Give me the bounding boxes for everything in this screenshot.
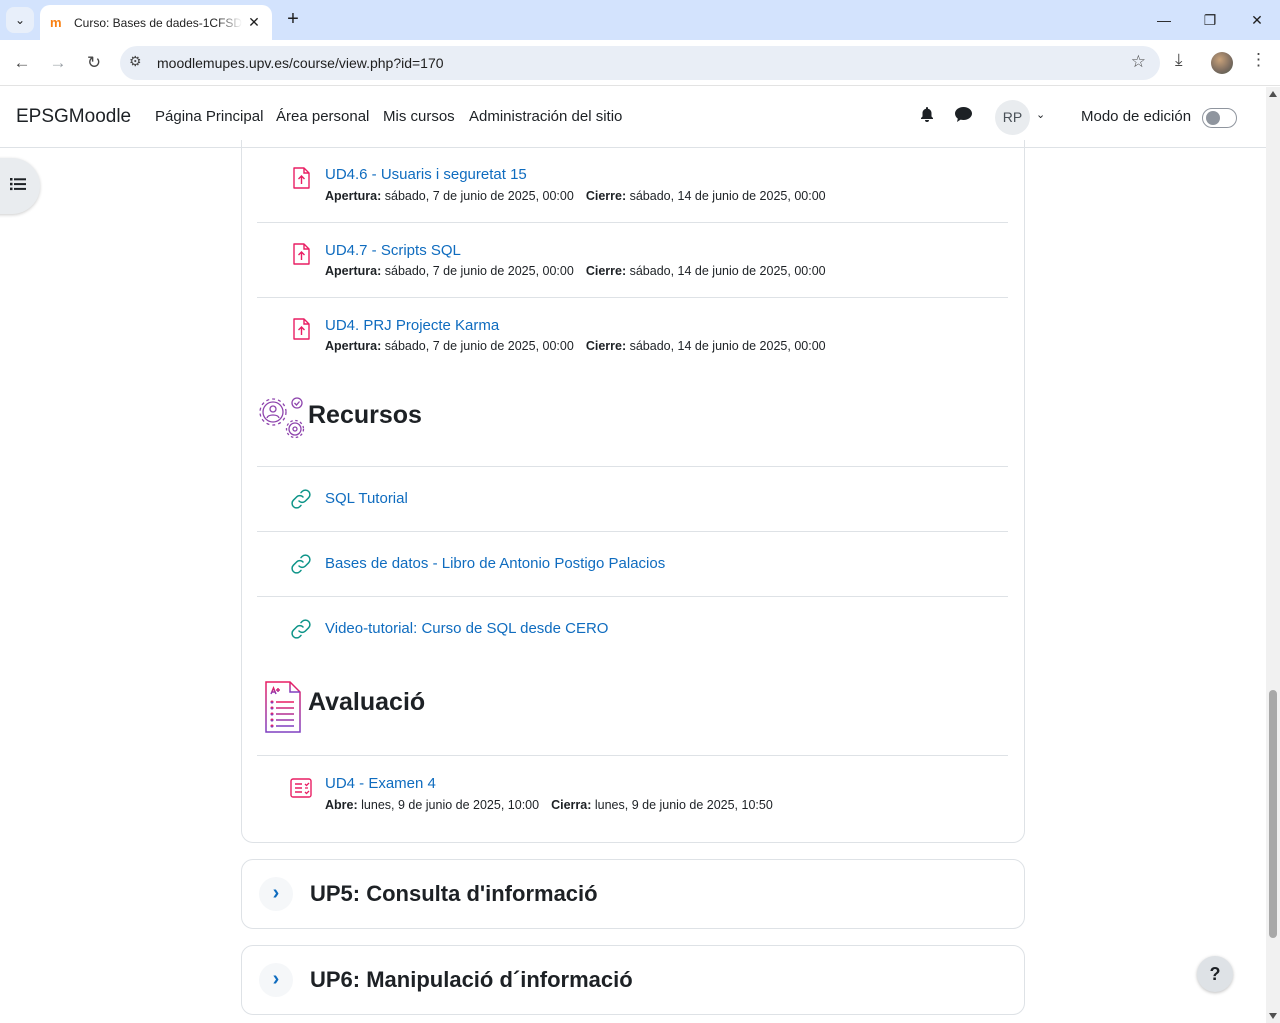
activity-dates: Apertura: sábado, 7 de junio de 2025, 00… <box>325 264 826 278</box>
forward-button[interactable]: → <box>45 50 71 76</box>
tab-search-button[interactable]: ⌄ <box>6 7 34 33</box>
resource-item: Video-tutorial: Curso de SQL desde CERO <box>257 597 1008 662</box>
user-avatar[interactable]: RP <box>995 100 1030 135</box>
resource-item: Bases de datos - Libro de Antonio Postig… <box>257 532 1008 597</box>
section-title[interactable]: UP6: Manipulació d´informació <box>310 967 633 993</box>
bookmark-star-icon[interactable]: ☆ <box>1131 52 1146 72</box>
edit-mode-label: Modo de edición <box>1081 108 1192 125</box>
activity-link[interactable]: UD4. PRJ Projecte Karma <box>325 317 499 334</box>
link-icon <box>291 619 311 639</box>
gears-people-icon <box>259 397 305 439</box>
restore-button[interactable]: ❐ <box>1198 8 1222 32</box>
site-settings-icon[interactable]: ⚙ <box>129 53 142 70</box>
assignment-upload-icon <box>293 243 310 265</box>
subsection-title: Recursos <box>308 401 422 429</box>
notifications-bell-icon[interactable] <box>920 107 934 127</box>
toggle-knob <box>1206 111 1220 125</box>
reload-button[interactable]: ↻ <box>81 50 107 76</box>
page-scrollbar[interactable] <box>1266 87 1280 1023</box>
list-icon <box>10 177 26 196</box>
activity-item: UD4.7 - Scripts SQL Apertura: sábado, 7 … <box>257 223 1008 298</box>
new-tab-button[interactable]: + <box>282 9 304 31</box>
profile-avatar[interactable] <box>1211 52 1233 74</box>
moodle-favicon-icon: m <box>50 14 62 30</box>
activity-dates: Apertura: sábado, 7 de junio de 2025, 00… <box>325 189 826 203</box>
expand-chevron-icon[interactable]: › <box>259 963 293 997</box>
subsection-header-resources: Recursos <box>257 385 1008 467</box>
site-brand[interactable]: EPSGMoodle <box>16 106 131 128</box>
moodle-navbar: EPSGMoodle Página Principal Área persona… <box>0 87 1266 148</box>
browser-toolbar: ← → ↻ ⚙ moodlemupes.upv.es/course/view.p… <box>0 40 1280 86</box>
quiz-icon <box>290 778 312 798</box>
link-icon <box>291 554 311 574</box>
resource-link[interactable]: Bases de datos - Libro de Antonio Postig… <box>325 555 665 572</box>
tab-title: Curso: Bases de dades-1CFSDAM <box>74 15 242 30</box>
activity-link[interactable]: UD4.6 - Usuaris i seguretat 15 <box>325 166 527 183</box>
subsection-title: Avaluació <box>308 688 426 716</box>
resource-item: SQL Tutorial <box>257 467 1008 532</box>
help-button[interactable]: ? <box>1197 956 1233 992</box>
minimize-button[interactable]: — <box>1152 8 1176 32</box>
edit-mode-toggle[interactable] <box>1202 108 1237 128</box>
nav-dashboard[interactable]: Área personal <box>276 108 369 125</box>
browser-tab-active[interactable]: m Curso: Bases de dades-1CFSDAM ✕ <box>40 5 272 40</box>
course-index-drawer-button[interactable] <box>0 158 40 214</box>
user-menu-chevron-icon[interactable]: ⌄ <box>1036 108 1045 121</box>
nav-site-admin[interactable]: Administración del sitio <box>469 108 622 125</box>
scroll-down-arrow-icon[interactable] <box>1269 1013 1277 1019</box>
graded-document-icon <box>265 681 301 733</box>
activity-link[interactable]: UD4.7 - Scripts SQL <box>325 242 461 259</box>
section-card-up5[interactable]: › UP5: Consulta d'informació <box>241 859 1025 929</box>
resource-link[interactable]: Video-tutorial: Curso de SQL desde CERO <box>325 620 608 637</box>
quiz-dates: Abre: lunes, 9 de junio de 2025, 10:00 Ci… <box>325 798 773 812</box>
section-title[interactable]: UP5: Consulta d'informació <box>310 881 598 907</box>
nav-my-courses[interactable]: Mis cursos <box>383 108 455 125</box>
activity-item: UD4. PRJ Projecte Karma Apertura: sábado… <box>257 298 1008 373</box>
nav-home[interactable]: Página Principal <box>155 108 263 125</box>
download-icon[interactable]: ⤓ <box>1175 50 1183 70</box>
quiz-link[interactable]: UD4 - Examen 4 <box>325 775 436 792</box>
section-card-up6[interactable]: › UP6: Manipulació d´informació <box>241 945 1025 1015</box>
messages-chat-icon[interactable] <box>955 107 972 126</box>
expand-chevron-icon[interactable]: › <box>259 877 293 911</box>
link-icon <box>291 489 311 509</box>
address-bar[interactable]: ⚙ moodlemupes.upv.es/course/view.php?id=… <box>120 46 1160 80</box>
subsection-header-evaluation: Avaluació <box>257 672 1008 756</box>
browser-tab-strip: ⌄ m Curso: Bases de dades-1CFSDAM ✕ + — … <box>0 0 1280 40</box>
close-window-button[interactable]: ✕ <box>1245 8 1269 32</box>
assignment-upload-icon <box>293 318 310 340</box>
browser-menu-icon[interactable]: ⋮ <box>1250 50 1267 70</box>
url-text[interactable]: moodlemupes.upv.es/course/view.php?id=17… <box>157 55 444 71</box>
quiz-item: UD4 - Examen 4 Abre: lunes, 9 de junio d… <box>257 756 1008 831</box>
scroll-up-arrow-icon[interactable] <box>1269 91 1277 97</box>
activity-item: UD4.6 - Usuaris i seguretat 15 Apertura:… <box>257 148 1008 223</box>
activity-dates: Apertura: sábado, 7 de junio de 2025, 00… <box>325 339 826 353</box>
scrollbar-thumb[interactable] <box>1269 690 1277 938</box>
assignment-upload-icon <box>293 167 310 189</box>
tab-close-icon[interactable]: ✕ <box>246 14 262 31</box>
back-button[interactable]: ← <box>9 50 35 76</box>
resource-link[interactable]: SQL Tutorial <box>325 490 408 507</box>
